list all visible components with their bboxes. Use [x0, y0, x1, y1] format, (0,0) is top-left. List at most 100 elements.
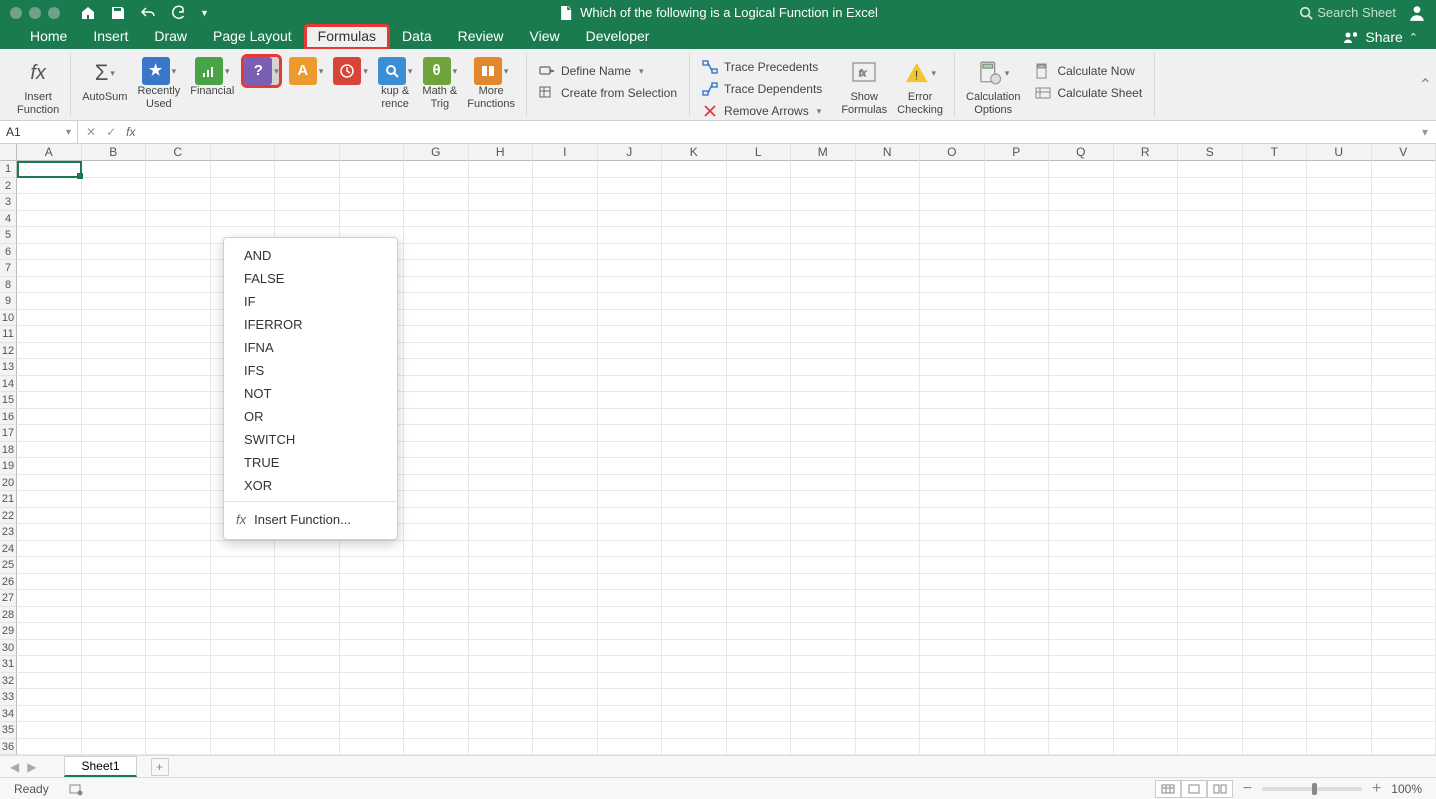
cell[interactable]: [469, 425, 534, 442]
remove-arrows-button[interactable]: Remove Arrows▾: [696, 101, 828, 121]
cell[interactable]: [985, 640, 1050, 657]
cell[interactable]: [17, 211, 82, 228]
cell[interactable]: [791, 590, 856, 607]
cell[interactable]: [598, 541, 663, 558]
cell[interactable]: [404, 475, 469, 492]
menu-item-ifs[interactable]: IFS: [224, 359, 397, 382]
cell[interactable]: [17, 689, 82, 706]
cell[interactable]: [662, 178, 727, 195]
cell[interactable]: [82, 161, 147, 178]
cell[interactable]: [856, 689, 921, 706]
cell[interactable]: [920, 689, 985, 706]
cell[interactable]: [1049, 458, 1114, 475]
cell[interactable]: [533, 475, 598, 492]
cell[interactable]: [404, 227, 469, 244]
cell[interactable]: [727, 293, 792, 310]
datetime-button[interactable]: ▾: [328, 55, 373, 87]
cell[interactable]: [1372, 475, 1436, 492]
menu-item-ifna[interactable]: IFNA: [224, 336, 397, 359]
zoom-window[interactable]: [48, 7, 60, 19]
cell[interactable]: [1178, 277, 1243, 294]
cell[interactable]: [598, 706, 663, 723]
cell[interactable]: [1178, 739, 1243, 756]
cell[interactable]: [404, 211, 469, 228]
cell[interactable]: [211, 722, 276, 739]
cell[interactable]: [920, 359, 985, 376]
cell[interactable]: [211, 541, 276, 558]
tab-home[interactable]: Home: [18, 26, 79, 48]
cell[interactable]: [985, 178, 1050, 195]
fx-bar-icon[interactable]: fx: [126, 125, 135, 139]
column-header[interactable]: B: [82, 144, 147, 161]
cell[interactable]: [1243, 442, 1308, 459]
cell[interactable]: [82, 260, 147, 277]
cell[interactable]: [920, 508, 985, 525]
cell[interactable]: [533, 359, 598, 376]
cell[interactable]: [1178, 722, 1243, 739]
row-header[interactable]: 10: [0, 310, 17, 327]
calc-options-button[interactable]: ▾ Calculation Options: [961, 55, 1025, 118]
cell[interactable]: [598, 623, 663, 640]
cell[interactable]: [1178, 244, 1243, 261]
column-header[interactable]: S: [1178, 144, 1243, 161]
cell[interactable]: [920, 260, 985, 277]
cell[interactable]: [1243, 178, 1308, 195]
expand-formula-bar-icon[interactable]: ▾: [1414, 125, 1436, 139]
cell[interactable]: [1178, 425, 1243, 442]
cell[interactable]: [1372, 310, 1436, 327]
menu-item-switch[interactable]: SWITCH: [224, 428, 397, 451]
cell[interactable]: [727, 211, 792, 228]
cell[interactable]: [1049, 310, 1114, 327]
cell[interactable]: [1307, 260, 1372, 277]
cell[interactable]: [211, 211, 276, 228]
cell[interactable]: [404, 739, 469, 756]
cell[interactable]: [727, 706, 792, 723]
cell[interactable]: [727, 376, 792, 393]
cell[interactable]: [1243, 211, 1308, 228]
cell[interactable]: [856, 722, 921, 739]
cell[interactable]: [1372, 458, 1436, 475]
cell[interactable]: [1243, 557, 1308, 574]
cell[interactable]: [727, 359, 792, 376]
cell[interactable]: [146, 706, 211, 723]
cell[interactable]: [985, 607, 1050, 624]
cell[interactable]: [211, 574, 276, 591]
more-functions-button[interactable]: ▾ More Functions: [462, 55, 520, 112]
prev-sheet-icon[interactable]: ◀: [10, 760, 19, 774]
row-header[interactable]: 22: [0, 508, 17, 525]
cell[interactable]: [1307, 607, 1372, 624]
cell[interactable]: [146, 722, 211, 739]
cell[interactable]: [1372, 722, 1436, 739]
cell[interactable]: [1243, 194, 1308, 211]
cell[interactable]: [533, 326, 598, 343]
row-header[interactable]: 26: [0, 574, 17, 591]
cell[interactable]: [17, 557, 82, 574]
cell[interactable]: [1307, 508, 1372, 525]
cell[interactable]: [1243, 376, 1308, 393]
cell[interactable]: [985, 475, 1050, 492]
cell[interactable]: [82, 508, 147, 525]
cell[interactable]: [1049, 656, 1114, 673]
cell[interactable]: [598, 277, 663, 294]
cell[interactable]: [82, 640, 147, 657]
cell[interactable]: [340, 178, 405, 195]
cell[interactable]: [1114, 244, 1179, 261]
cell[interactable]: [404, 524, 469, 541]
cell[interactable]: [1178, 640, 1243, 657]
cell[interactable]: [1178, 359, 1243, 376]
cell[interactable]: [920, 244, 985, 261]
row-header[interactable]: 32: [0, 673, 17, 690]
cell[interactable]: [598, 475, 663, 492]
cell[interactable]: [1372, 491, 1436, 508]
zoom-slider[interactable]: [1262, 787, 1362, 791]
cell[interactable]: [920, 211, 985, 228]
cell[interactable]: [856, 541, 921, 558]
cell[interactable]: [598, 557, 663, 574]
cell[interactable]: [856, 293, 921, 310]
cell[interactable]: [1372, 557, 1436, 574]
cell[interactable]: [920, 392, 985, 409]
cell[interactable]: [1178, 343, 1243, 360]
cell[interactable]: [662, 508, 727, 525]
column-header[interactable]: [340, 144, 405, 161]
cell[interactable]: [146, 343, 211, 360]
